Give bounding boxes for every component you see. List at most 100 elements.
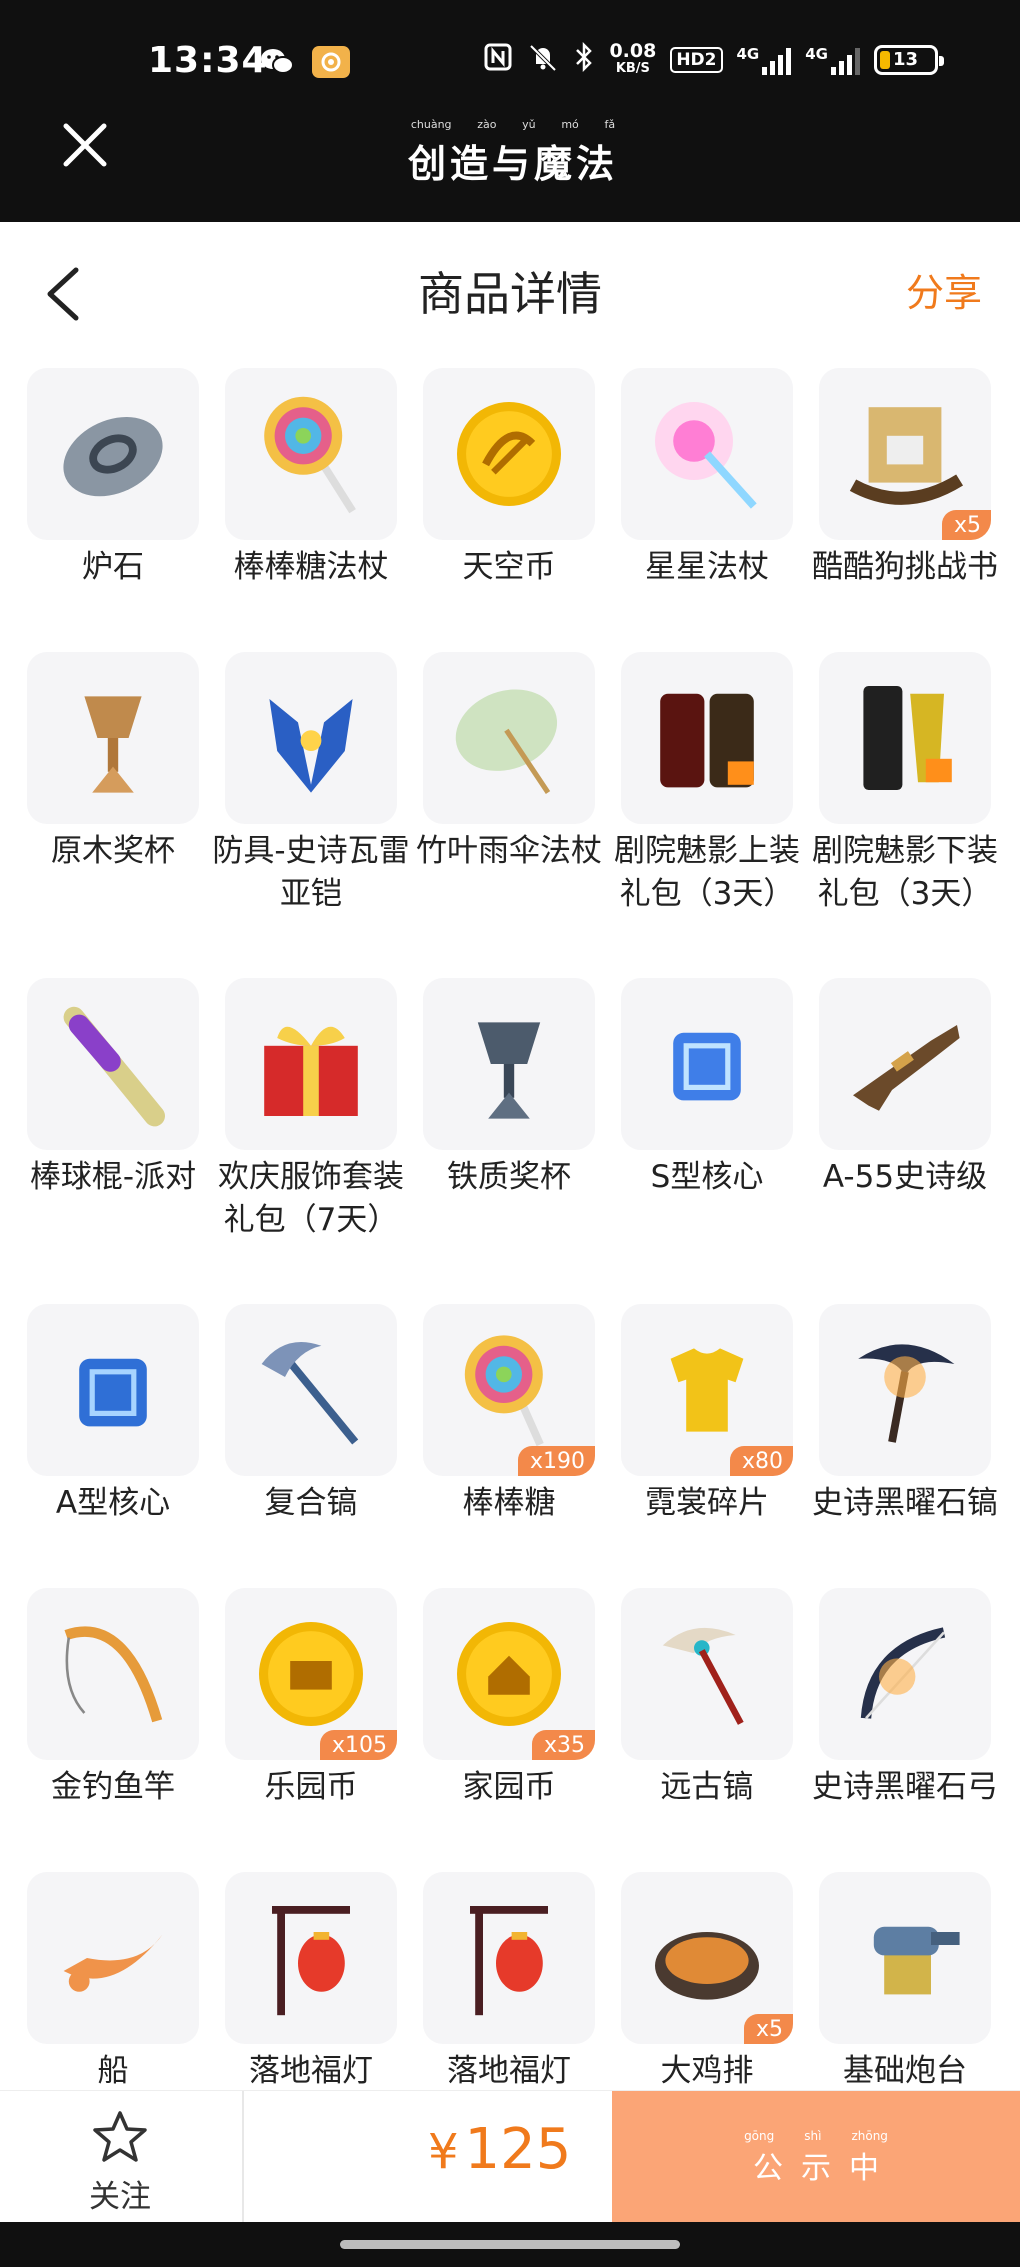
item-name: 大鸡排 [660,2053,754,2089]
item-grid: 炉石 棒棒糖法杖 天空币 星星法杖 x5 酷酷狗挑战书 原木奖杯 防具-史诗瓦雷亚铠 竹叶雨伞法… [0,368,1020,2090]
item-thumbnail [819,1304,991,1476]
item-name: 天空币 [462,549,556,585]
item-thumbnail [819,1588,991,1760]
grid-item[interactable]: 船 [14,1872,212,2090]
grid-item[interactable]: 剧院魅影下装礼包（3天） [806,652,1004,916]
follow-button[interactable]: 关注 [0,2091,240,2223]
grid-item[interactable]: A型核心 [14,1304,212,1525]
item-thumbnail [27,1872,199,2044]
item-name: 霓裳碎片 [645,1485,769,1521]
park-coin-icon [259,1622,363,1726]
chicken-cutlet-icon [655,1932,759,2000]
grid-item[interactable]: 基础炮台 [806,1872,1004,2090]
share-button[interactable]: 分享 [906,262,982,317]
status-indicators: 0.08 KB/S HD2 4G 4G 13 [483,41,944,77]
grid-item[interactable]: x35 家园币 [410,1588,608,1809]
wanted-scroll-icon [849,407,964,505]
item-thumbnail: x5 [621,1872,793,2044]
item-name: A-55史诗级 [822,1159,988,1195]
grid-item[interactable]: 天空币 [410,368,608,589]
turret-icon [873,1926,960,1995]
signal-2: 4G [805,45,860,75]
grid-item[interactable]: x80 霓裳碎片 [608,1304,806,1525]
item-name: 炉石 [82,549,144,585]
item-name: 金钓鱼竿 [51,1769,175,1805]
item-thumbnail [423,978,595,1150]
battery-icon: 13 [874,44,944,75]
composite-pickaxe-icon [261,1341,359,1445]
grid-item[interactable]: x5 大鸡排 [608,1872,806,2090]
grid-item[interactable]: 防具-史诗瓦雷亚铠 [212,652,410,916]
grid-item[interactable]: 落地福灯 [212,1872,410,2090]
item-name: 家园币 [462,1769,556,1805]
app-notification-icon [312,46,350,78]
quantity-badge: x35 [531,1730,595,1760]
home-coin-icon [457,1622,561,1726]
signal-bars-icon [831,45,860,75]
grid-item[interactable]: x105 乐园币 [212,1588,410,1809]
page-title: 商品详情 [418,267,602,321]
app-title: chuàng zào yǔ mó fǎ 创造与魔法 [398,118,628,188]
ancient-pickaxe-icon [662,1627,744,1725]
grid-item[interactable]: 棒球棍-派对 [14,978,212,1199]
item-name: 剧院魅影下装礼包（3天） [812,833,998,912]
grid-item[interactable]: 竹叶雨伞法杖 [410,652,608,873]
grid-item[interactable]: 史诗黑曜石弓 [806,1588,1004,1809]
item-thumbnail [819,1872,991,2044]
item-thumbnail [621,652,793,824]
item-thumbnail: x5 [819,368,991,540]
grid-item[interactable]: 远古镐 [608,1588,806,1809]
hd-voice-badge: HD2 [670,46,723,73]
grid-item[interactable]: 星星法杖 [608,368,806,589]
battery-level [880,50,890,69]
a55-gun-icon [853,1025,960,1111]
divider [242,2091,244,2223]
lollipop-staff-icon [264,396,356,514]
obsidian-pickaxe-icon [858,1344,955,1443]
close-button[interactable] [58,118,112,172]
public-notice-button[interactable]: gōng shì zhōng 公示中 [612,2091,1020,2223]
grid-item[interactable]: x5 酷酷狗挑战书 [806,368,1004,589]
close-icon [63,123,107,167]
item-name: 史诗黑曜石镐 [812,1485,998,1521]
item-thumbnail [819,978,991,1150]
bamboo-umbrella-icon [455,689,558,795]
item-thumbnail [423,368,595,540]
item-name: S型核心 [650,1159,764,1195]
grid-item[interactable]: 金钓鱼竿 [14,1588,212,1809]
grid-item[interactable]: S型核心 [608,978,806,1199]
grid-item[interactable]: 炉石 [14,368,212,589]
quantity-badge: x105 [319,1730,397,1760]
item-name: 原木奖杯 [51,833,175,869]
item-name: 酷酷狗挑战书 [812,549,998,585]
signal-1: 4G [737,45,792,75]
item-name: 史诗黑曜石弓 [812,1769,998,1805]
price: ¥125 [428,2117,571,2182]
wechat-icon [258,46,296,78]
grid-item[interactable]: A-55史诗级 [806,978,1004,1199]
home-indicator[interactable] [340,2240,680,2249]
item-name: 落地福灯 [447,2053,571,2089]
grid-item[interactable]: 剧院魅影上装礼包（3天） [608,652,806,916]
grid-item[interactable]: 复合镐 [212,1304,410,1525]
item-name: 复合镐 [264,1485,358,1521]
item-thumbnail: x35 [423,1588,595,1760]
grid-item[interactable]: 原木奖杯 [14,652,212,873]
grid-item[interactable]: 落地福灯 [410,1872,608,2090]
grid-item[interactable]: 铁质奖杯 [410,978,608,1199]
grid-item[interactable]: x190 棒棒糖 [410,1304,608,1525]
grid-item[interactable]: 欢庆服饰套装礼包（7天） [212,978,410,1242]
item-thumbnail [27,1588,199,1760]
festive-gift-icon [264,1026,358,1116]
grid-item[interactable]: 棒棒糖法杖 [212,368,410,589]
item-thumbnail [27,368,199,540]
item-thumbnail [621,1588,793,1760]
grid-item[interactable]: 史诗黑曜石镐 [806,1304,1004,1525]
hearthstone-icon [63,416,163,497]
item-thumbnail [621,978,793,1150]
mute-icon [527,42,559,77]
item-name: 乐园币 [264,1769,358,1805]
item-name: 棒棒糖 [462,1485,556,1521]
garment-shard-icon [670,1348,744,1432]
nfc-icon [483,42,513,77]
